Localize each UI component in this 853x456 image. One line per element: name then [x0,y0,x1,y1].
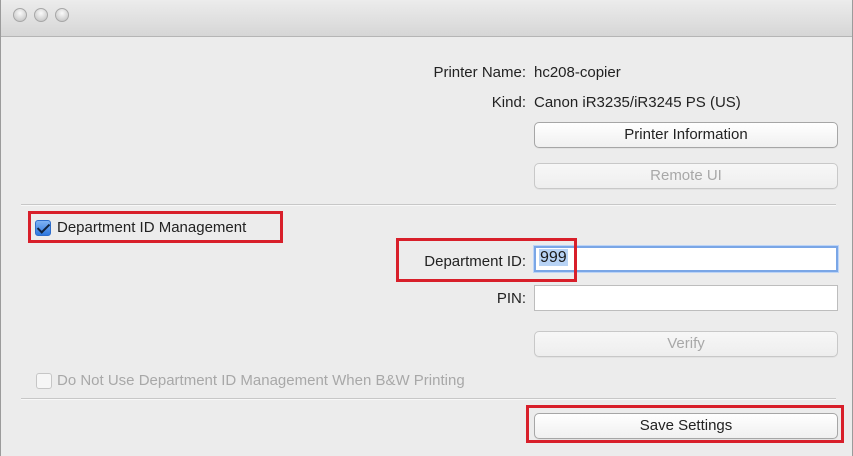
remote-ui-button[interactable]: Remote UI [534,163,838,189]
pin-label: PIN: [496,290,526,307]
checkbox-disabled-icon[interactable] [36,373,52,389]
printer-kind-label: Kind: [491,94,526,111]
section-divider [21,204,836,206]
save-settings-button[interactable]: Save Settings [534,413,838,439]
verify-button[interactable]: Verify [534,331,838,357]
printer-information-button[interactable]: Printer Information [534,122,838,148]
printer-name-value: hc208-copier [534,64,621,81]
bw-department-label[interactable]: Do Not Use Department ID Management When… [57,371,465,391]
window-close-icon[interactable] [13,8,27,22]
checkbox-checked-icon[interactable] [35,220,51,236]
window-minimize-icon[interactable] [34,8,48,22]
department-id-value: 999 [539,249,568,266]
pin-field[interactable] [534,285,838,311]
window-zoom-icon[interactable] [55,8,69,22]
department-id-field[interactable]: 999 [534,246,838,272]
window-titlebar [1,0,852,37]
printer-settings-window: Printer Name: hc208-copier Kind: Canon i… [0,0,853,456]
department-management-label[interactable]: Department ID Management [57,218,246,238]
department-id-label: Department ID: [424,253,526,270]
printer-name-label: Printer Name: [433,64,526,81]
printer-kind-value: Canon iR3235/iR3245 PS (US) [534,94,741,111]
bottom-divider [21,398,836,400]
